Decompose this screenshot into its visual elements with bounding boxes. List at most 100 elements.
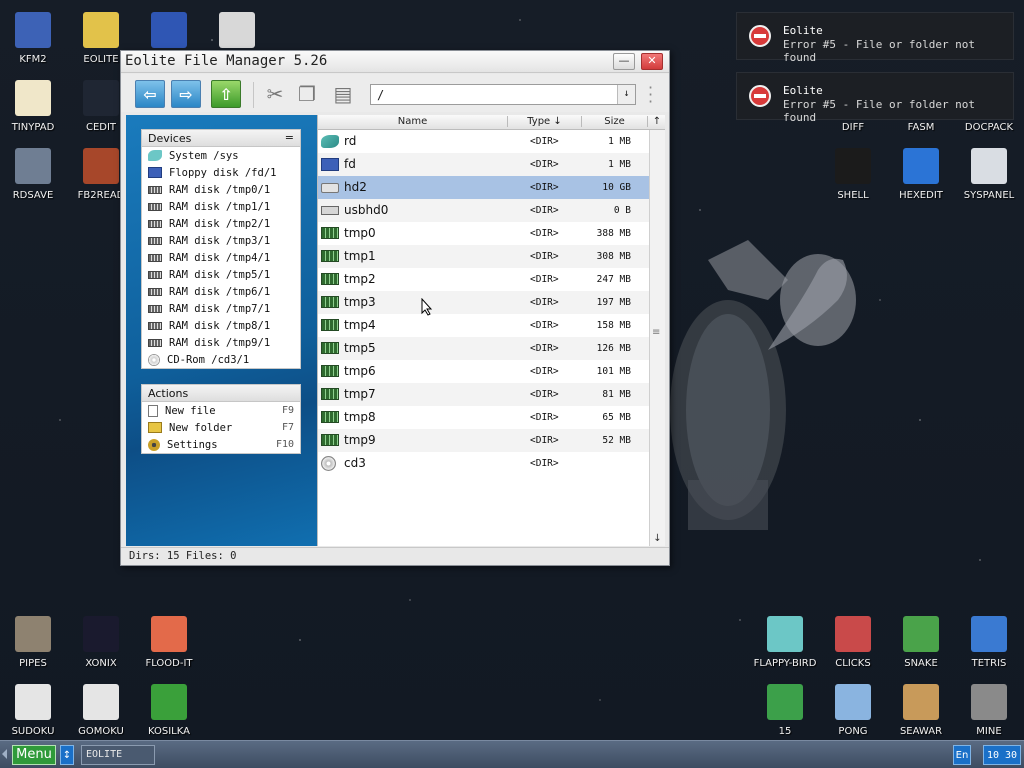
device-item[interactable]: RAM disk /tmp8/1 (142, 317, 300, 334)
desktop-icon-gomoku[interactable]: GOMOKU (68, 678, 134, 740)
vertical-scrollbar[interactable]: ≡ ↓ (649, 130, 665, 546)
desktop-icon-15[interactable]: 15 (752, 678, 818, 740)
file-row[interactable]: rd <DIR> 1 MB (318, 130, 649, 153)
device-item[interactable]: RAM disk /tmp0/1 (142, 181, 300, 198)
desktop-icon-kosilka[interactable]: KOSILKA (136, 678, 202, 740)
desktop-icon-pipes[interactable]: PIPES (0, 610, 66, 672)
action-item[interactable]: New folder F7 (142, 419, 300, 436)
file-row[interactable]: tmp0 <DIR> 388 MB (318, 222, 649, 245)
action-item[interactable]: Settings F10 (142, 436, 300, 453)
desktop-icon-kfm2[interactable]: KFM2 (0, 6, 66, 68)
device-item[interactable]: RAM disk /tmp5/1 (142, 266, 300, 283)
tetris-icon (971, 616, 1007, 652)
cut-button[interactable]: ✂ (261, 80, 289, 108)
device-item[interactable]: RAM disk /tmp9/1 (142, 334, 300, 351)
scroll-up-arrow-icon[interactable]: ↑ (650, 116, 664, 127)
column-name[interactable]: Name (318, 116, 508, 127)
menu-button[interactable]: Menu (12, 745, 56, 765)
clicks-icon (835, 616, 871, 652)
back-button[interactable]: ⇦ (135, 80, 165, 108)
file-row[interactable]: tmp5 <DIR> 126 MB (318, 337, 649, 360)
paste-button[interactable]: ▤ (329, 80, 357, 108)
forward-button[interactable]: ⇨ (171, 80, 201, 108)
error-icon (749, 25, 771, 47)
taskbar-item-eolite[interactable]: EOLITE (81, 745, 155, 765)
panel-menu-icon[interactable]: = (285, 131, 294, 144)
device-item[interactable]: Floppy disk /fd/1 (142, 164, 300, 181)
file-row[interactable]: cd3 <DIR> (318, 452, 649, 475)
file-row[interactable]: tmp8 <DIR> 65 MB (318, 406, 649, 429)
desktop-icon-rdsave[interactable]: RDSAVE (0, 142, 66, 204)
desktop-icon-seawar[interactable]: SEAWAR (888, 678, 954, 740)
device-label: RAM disk /tmp1/1 (169, 200, 271, 213)
copy-button[interactable]: ❐ (293, 80, 321, 108)
notification-error-1[interactable]: Eolite Error #5 - File or folder not fou… (736, 12, 1014, 64)
file-row[interactable]: tmp6 <DIR> 101 MB (318, 360, 649, 383)
action-shortcut: F10 (275, 439, 294, 450)
desktop-icon-pong[interactable]: PONG (820, 678, 886, 740)
calculator-icon (219, 12, 255, 48)
file-row[interactable]: tmp7 <DIR> 81 MB (318, 383, 649, 406)
taskbar-left-arrow-icon[interactable] (2, 749, 7, 759)
file-size: 0 B (613, 205, 631, 216)
desktop-icon-snake[interactable]: SNAKE (888, 610, 954, 672)
file-row[interactable]: fd <DIR> 1 MB (318, 153, 649, 176)
device-item[interactable]: RAM disk /tmp3/1 (142, 232, 300, 249)
file-name: tmp7 (344, 387, 376, 401)
desktop-icon-label: HEXEDIT (899, 190, 943, 201)
file-row[interactable]: tmp3 <DIR> 197 MB (318, 291, 649, 314)
action-item[interactable]: New file F9 (142, 402, 300, 419)
desktop-icon-label: FLOOD-IT (145, 658, 193, 669)
file-size: 158 MB (596, 320, 631, 331)
file-row[interactable]: tmp4 <DIR> 158 MB (318, 314, 649, 337)
action-shortcut: F9 (281, 405, 294, 416)
up-button[interactable]: ⇧ (211, 80, 241, 108)
desktop-icon-hexedit[interactable]: HEXEDIT (888, 142, 954, 204)
device-item[interactable]: CD-Rom /cd3/1 (142, 351, 300, 368)
file-size: 197 MB (596, 297, 631, 308)
actions-panel: Actions New file F9 New folder F7 Settings F1… (141, 384, 301, 454)
desktop-icon-tetris[interactable]: TETRIS (956, 610, 1022, 672)
file-row[interactable]: usbhd0 <DIR> 0 B (318, 199, 649, 222)
file-row[interactable]: tmp9 <DIR> 52 MB (318, 429, 649, 452)
column-size[interactable]: Size (582, 116, 648, 127)
ram-icon (148, 219, 162, 228)
file-row[interactable]: hd2 <DIR> 10 GB (318, 176, 649, 199)
device-item[interactable]: RAM disk /tmp7/1 (142, 300, 300, 317)
path-dropdown-button[interactable]: ↓ (617, 85, 635, 104)
desktop-icon-tinypad[interactable]: TINYPAD (0, 74, 66, 136)
close-button[interactable]: ✕ (641, 53, 663, 70)
file-row[interactable]: tmp1 <DIR> 308 MB (318, 245, 649, 268)
usb-drive-icon (321, 206, 339, 215)
desktop-icon-xonix[interactable]: XONIX (68, 610, 134, 672)
actions-panel-header[interactable]: Actions (142, 385, 300, 402)
scroll-down-arrow-icon[interactable]: ↓ (650, 531, 665, 546)
desktop-icon-flappy-bird[interactable]: FLAPPY-BIRD (752, 610, 818, 672)
task-switcher-button[interactable]: ↕ (60, 745, 74, 765)
desktop-icon-clicks[interactable]: CLICKS (820, 610, 886, 672)
device-item[interactable]: RAM disk /tmp2/1 (142, 215, 300, 232)
desktop-icon-shell[interactable]: SHELL (820, 142, 886, 204)
device-item[interactable]: RAM disk /tmp6/1 (142, 283, 300, 300)
window-titlebar[interactable]: Eolite File Manager 5.26 — ✕ (121, 51, 669, 73)
device-item[interactable]: System /sys (142, 147, 300, 164)
column-type[interactable]: Type ↓ (508, 116, 582, 127)
language-indicator[interactable]: En (953, 745, 971, 765)
xonix-icon (83, 616, 119, 652)
clipboard-icon: ▤ (333, 82, 353, 106)
devices-panel-header[interactable]: Devices = (142, 130, 300, 147)
desktop-icon-sudoku[interactable]: SUDOKU (0, 678, 66, 740)
device-item[interactable]: RAM disk /tmp1/1 (142, 198, 300, 215)
device-item[interactable]: RAM disk /tmp4/1 (142, 249, 300, 266)
path-input[interactable]: / ↓ (370, 84, 636, 105)
scroll-grip-icon[interactable]: ≡ (652, 327, 660, 338)
desktop-icon-flood-it[interactable]: FLOOD-IT (136, 610, 202, 672)
file-row[interactable]: tmp2 <DIR> 247 MB (318, 268, 649, 291)
clock[interactable]: 10 30 (983, 745, 1021, 765)
file-type: <DIR> (530, 320, 559, 331)
menu-kebab-icon[interactable]: · · · (648, 80, 654, 110)
minimize-button[interactable]: — (613, 53, 635, 70)
desktop-icon-syspanel[interactable]: SYSPANEL (956, 142, 1022, 204)
notification-error-2[interactable]: Eolite Error #5 - File or folder not fou… (736, 72, 1014, 124)
desktop-icon-mine[interactable]: MINE (956, 678, 1022, 740)
